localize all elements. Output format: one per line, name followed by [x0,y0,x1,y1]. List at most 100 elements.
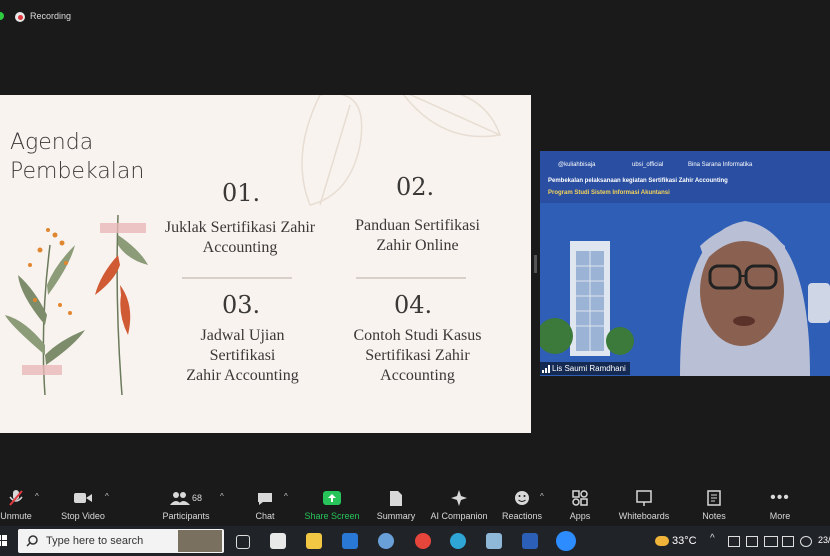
agenda-item: Panduan Sertifikasi Zahir Online [340,216,495,256]
participants-button[interactable]: 68 Participants [158,480,214,526]
banner-subheadline: Program Studi Sistem Informasi Akuntansi [548,190,670,196]
battery-icon[interactable] [764,536,778,547]
agenda-item-line: Zahir Accounting [186,367,299,384]
divider [182,277,292,279]
app-globe-icon[interactable] [378,533,394,549]
chevron-up-icon[interactable]: ^ [35,492,39,501]
divider [356,277,466,279]
banner-headline: Pembekalan pelaksanaan kegiatan Sertifik… [548,178,728,184]
video-camera-icon [73,488,93,508]
chat-bubble-icon [255,488,275,508]
taskbar-search-box[interactable]: Type here to search [18,529,224,553]
word-icon[interactable] [522,533,538,549]
recording-label: Recording [30,11,72,21]
recording-icon[interactable] [15,12,25,22]
apps-label: Apps [569,511,591,521]
agenda-item-line: Contoh Studi Kasus [353,327,482,344]
agenda-item-line: Juklak Sertifikasi Zahir [164,219,316,236]
smiley-icon [512,488,532,508]
task-view-icon[interactable] [236,535,250,549]
tray-chevron-icon[interactable]: ^ [710,533,715,544]
agenda-item-line: Zahir Online [376,237,459,254]
chevron-up-icon[interactable]: ^ [105,492,109,501]
share-screen-button[interactable]: Share Screen [302,480,362,526]
agenda-item-line: Accounting [202,239,278,256]
summary-label: Summary [376,511,416,521]
agenda-item-line: Sertifikasi [209,347,276,364]
whiteboards-button[interactable]: Whiteboards [614,480,674,526]
share-screen-label: Share Screen [304,511,360,521]
ai-companion-label: AI Companion [430,511,488,521]
ai-companion-button[interactable]: AI Companion [428,480,490,526]
wifi-icon[interactable] [800,536,812,547]
windows-start-icon[interactable] [0,534,8,546]
agenda-item-line: Jadwal Ujian [200,327,285,344]
chrome-icon[interactable] [415,533,431,549]
tray-app-icon[interactable] [746,536,758,547]
title-line: Pembekalan [10,159,145,184]
reactions-label: Reactions [501,511,543,521]
agenda-number: 03. [222,291,261,319]
clock-date[interactable]: 23/ [818,535,830,545]
chevron-up-icon[interactable]: ^ [540,492,544,501]
panel-resize-handle[interactable] [534,255,537,273]
whiteboards-label: Whiteboards [618,511,670,521]
status-dot [0,12,4,20]
app-icon[interactable] [486,533,502,549]
unmute-label: Unmute [0,511,32,521]
whiteboard-icon [634,488,654,508]
chevron-up-icon[interactable]: ^ [220,492,224,501]
social-handle: @kuliahbisaja [558,162,596,168]
notes-label: Notes [702,511,726,521]
more-button[interactable]: ••• More [764,480,796,526]
agenda-number: 04. [394,291,433,319]
notes-button[interactable]: Notes [698,480,730,526]
mail-icon[interactable] [342,533,358,549]
stop-video-button[interactable]: Stop Video [58,480,108,526]
social-handle: ubsi_official [632,162,664,168]
notes-icon [704,488,724,508]
agenda-item-line: Sertifikasi Zahir [365,347,470,364]
agenda-item: Jadwal Ujian Sertifikasi Zahir Accountin… [160,326,325,386]
share-screen-icon [322,488,342,508]
building-image-icon [540,241,634,356]
search-highlight-image [178,530,222,552]
participant-name-tag: Lis Saumi Ramdhani [540,362,630,375]
slide-title: Agenda Pembekalan [10,128,144,186]
network-icon[interactable] [782,536,794,547]
title-line: Agenda [10,130,94,155]
agenda-item-line: Panduan Sertifikasi [355,217,480,234]
participants-label: Participants [162,511,210,521]
chat-button[interactable]: Chat [250,480,280,526]
shared-slide: Agenda Pembekalan 01. Juklak Sertifikasi… [0,95,531,433]
participant-video[interactable]: @kuliahbisaja ubsi_official Bina Sarana … [540,151,830,376]
social-handle: Bina Sarana Informatika [688,162,753,168]
agenda-item: Juklak Sertifikasi Zahir Accounting [160,218,320,258]
more-label: More [769,511,791,521]
participants-icon: 68 [166,488,206,508]
unmute-button[interactable]: Unmute [0,480,38,526]
signal-strength-icon [542,365,550,373]
agenda-number: 02. [396,173,435,201]
microphone-muted-icon [6,488,26,508]
summary-button[interactable]: Summary [374,480,418,526]
reactions-button[interactable]: Reactions [500,480,544,526]
search-placeholder: Type here to search [46,535,144,547]
chevron-up-icon[interactable]: ^ [284,492,288,501]
tray-app-icon[interactable] [728,536,740,547]
participant-person-icon [680,221,810,376]
file-explorer-icon[interactable] [306,533,322,549]
store-icon[interactable] [270,533,286,549]
agenda-item-line: Accounting [380,367,455,384]
apps-button[interactable]: Apps [564,480,596,526]
agenda-number: 01. [222,179,261,207]
edge-icon[interactable] [450,533,466,549]
zoom-app-icon[interactable] [556,531,576,551]
apps-icon [570,488,590,508]
summary-document-icon [386,488,406,508]
stop-video-label: Stop Video [61,511,105,521]
botanical-illustration-icon [5,214,148,396]
search-icon [26,535,38,547]
windows-taskbar: Type here to search 33°C ^ 23/ [0,526,830,556]
sparkle-icon [449,488,469,508]
